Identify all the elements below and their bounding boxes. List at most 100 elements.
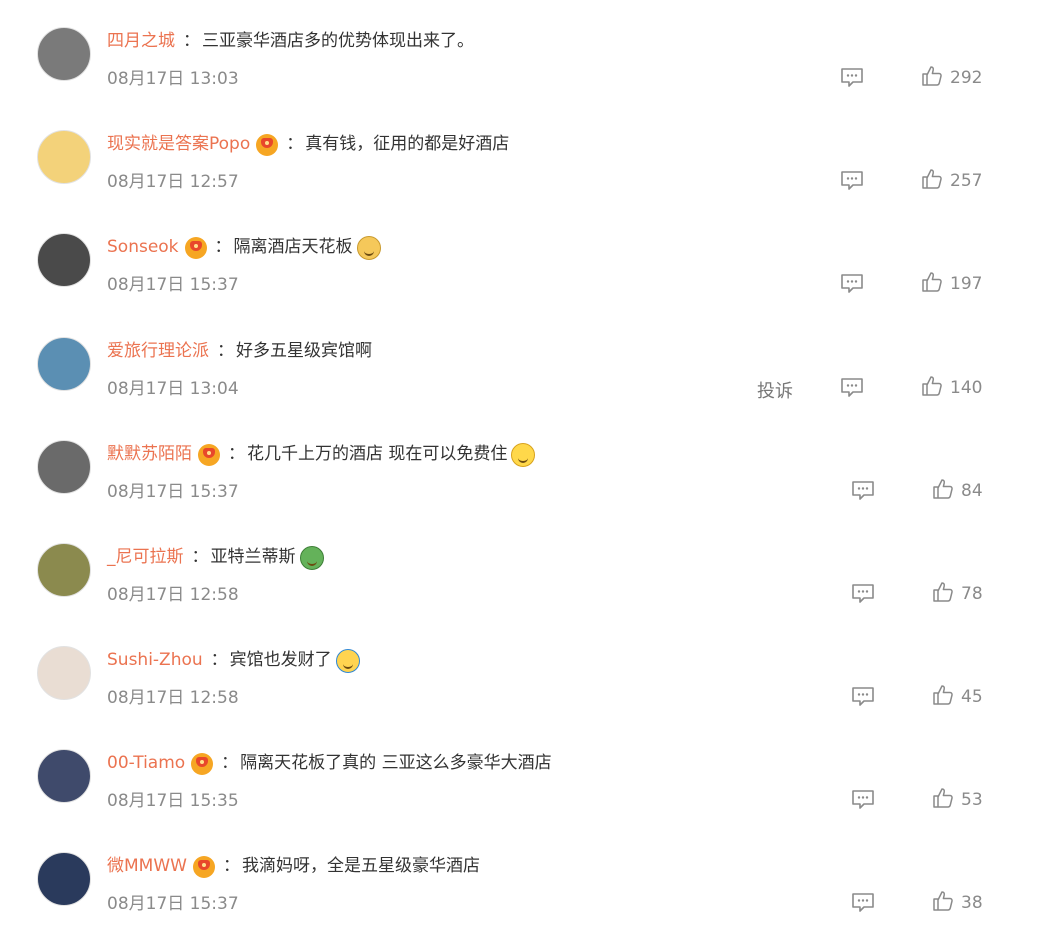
username-link[interactable]: 爱旅行理论派 <box>107 338 209 364</box>
comment-time: 08月17日 13:04 <box>107 379 239 399</box>
vip-badge-icon <box>191 753 214 775</box>
username-link[interactable]: 微MMWW <box>107 853 187 879</box>
username-link[interactable]: 现实就是答案Popo <box>107 131 250 157</box>
comment-body: 爱旅行理论派 ：好多五星级宾馆啊 <box>107 338 372 364</box>
vip-badge-icon <box>192 856 215 878</box>
like-count: 292 <box>950 68 983 88</box>
colon-separator: ： <box>214 237 232 257</box>
portrait-avatar[interactable] <box>37 646 91 700</box>
like-count: 38 <box>961 893 983 913</box>
reply-icon[interactable] <box>850 892 876 914</box>
comment-time: 08月17日 12:58 <box>107 585 239 605</box>
like-button[interactable]: 38 <box>931 890 983 916</box>
colon-separator: ： <box>221 753 239 773</box>
comment-item: 四月之城 ：三亚豪华酒店多的优势体现出来了。 08月17日 13:03 292 <box>0 0 1040 103</box>
reply-icon[interactable] <box>850 480 876 502</box>
username-link[interactable]: Sushi-Zhou <box>107 647 203 673</box>
reply-icon[interactable] <box>850 583 876 605</box>
colon-separator: ： <box>228 444 245 464</box>
doge-emoji-icon <box>356 236 381 260</box>
colon-separator: ： <box>191 547 209 567</box>
like-button[interactable]: 292 <box>920 65 982 91</box>
comment-time: 08月17日 12:58 <box>107 688 239 708</box>
comment-time: 08月17日 15:37 <box>107 275 239 295</box>
comment-item: Sushi-Zhou ：宾馆也发财了 08月17日 12:58 45 <box>0 619 1040 722</box>
green-emoji-icon <box>299 546 324 570</box>
like-count: 197 <box>950 274 983 294</box>
like-button[interactable]: 78 <box>931 581 983 607</box>
vip-badge-icon <box>184 237 207 259</box>
comment-body: 四月之城 ：三亚豪华酒店多的优势体现出来了。 <box>107 28 474 54</box>
comment-text: 隔离酒店天花板 <box>233 237 353 257</box>
report-link[interactable]: 投诉 <box>757 377 793 403</box>
comment-text: 真有钱，征用的都是好酒店 <box>305 134 510 154</box>
like-button[interactable]: 257 <box>920 168 982 194</box>
like-count: 140 <box>950 378 983 398</box>
thumbs-up-icon <box>920 374 944 402</box>
username-link[interactable]: 四月之城 <box>107 28 175 54</box>
like-button[interactable]: 53 <box>931 787 983 813</box>
vip-badge-icon <box>198 444 220 466</box>
comment-item: 默默苏陌陌 ：花几千上万的酒店 现在可以免费住 08月17日 15:37 84 <box>0 413 1040 516</box>
comment-item: 00-Tiamo ：隔离天花板了真的 三亚这么多豪华大酒店 08月17日 15:35… <box>0 722 1040 825</box>
person-photo-avatar[interactable] <box>37 852 91 906</box>
vip-badge-icon <box>256 134 279 156</box>
reply-icon[interactable] <box>839 273 865 295</box>
like-button[interactable]: 140 <box>920 375 982 401</box>
colon-separator: ： <box>210 650 228 670</box>
thumbs-up-icon <box>931 889 955 917</box>
comment-time: 08月17日 15:35 <box>107 791 239 811</box>
like-count: 84 <box>961 481 983 501</box>
comment-time: 08月17日 15:37 <box>107 894 239 914</box>
thumbs-up-icon <box>920 64 944 92</box>
comment-body: 微MMWW ：我滴妈呀，全是五星级豪华酒店 <box>107 853 480 879</box>
map-avatar[interactable] <box>37 543 91 597</box>
building-photo-avatar[interactable] <box>37 27 91 81</box>
like-count: 53 <box>961 790 983 810</box>
comment-text: 三亚豪华酒店多的优势体现出来了。 <box>202 31 474 51</box>
colon-separator: ： <box>183 31 200 51</box>
username-link[interactable]: 默默苏陌陌 <box>107 441 192 467</box>
username-link[interactable]: Sonseok <box>107 234 179 260</box>
comment-text: 隔离天花板了真的 三亚这么多豪华大酒店 <box>240 753 552 773</box>
like-button[interactable]: 197 <box>920 271 982 297</box>
comment-item: Sonseok ：隔离酒店天花板 08月17日 15:37 197 <box>0 206 1040 309</box>
thumbs-up-icon <box>931 786 955 814</box>
window-photo-avatar[interactable] <box>37 233 91 287</box>
colon-separator: ： <box>217 341 234 361</box>
like-count: 257 <box>950 171 983 191</box>
comment-item: _尼可拉斯 ：亚特兰蒂斯 08月17日 12:58 78 <box>0 516 1040 619</box>
thumbs-up-icon <box>931 580 955 608</box>
reply-icon[interactable] <box>850 789 876 811</box>
laugh-emoji-icon <box>511 443 536 467</box>
comment-body: 默默苏陌陌 ：花几千上万的酒店 现在可以免费住 <box>107 441 536 467</box>
like-button[interactable]: 45 <box>931 684 983 710</box>
username-link[interactable]: _尼可拉斯 <box>107 544 184 570</box>
like-count: 78 <box>961 584 983 604</box>
comment-text: 亚特兰蒂斯 <box>210 547 296 567</box>
thumbs-up-icon <box>931 477 955 505</box>
reply-icon[interactable] <box>839 170 865 192</box>
username-link[interactable]: 00-Tiamo <box>107 750 185 776</box>
comment-time: 08月17日 15:37 <box>107 482 239 502</box>
street-photo-avatar[interactable] <box>37 440 91 494</box>
comment-text: 好多五星级宾馆啊 <box>236 341 372 361</box>
comment-body: 00-Tiamo ：隔离天花板了真的 三亚这么多豪华大酒店 <box>107 750 552 776</box>
comment-text: 我滴妈呀，全是五星级豪华酒店 <box>241 856 480 876</box>
reply-icon[interactable] <box>850 686 876 708</box>
comment-item: 爱旅行理论派 ：好多五星级宾馆啊 08月17日 13:04 投诉 140 <box>0 310 1040 413</box>
reply-icon[interactable] <box>839 67 865 89</box>
comment-text: 花几千上万的酒店 现在可以免费住 <box>247 444 508 464</box>
comment-item: 现实就是答案Popo ：真有钱，征用的都是好酒店 08月17日 12:57 257 <box>0 103 1040 206</box>
comment-time: 08月17日 13:03 <box>107 69 239 89</box>
comment-body: Sushi-Zhou ：宾馆也发财了 <box>107 647 360 673</box>
comment-body: 现实就是答案Popo ：真有钱，征用的都是好酒店 <box>107 131 509 157</box>
sky-photo-avatar[interactable] <box>37 749 91 803</box>
reply-icon[interactable] <box>839 377 865 399</box>
colon-separator: ： <box>222 856 240 876</box>
cartoon-avatar[interactable] <box>37 130 91 184</box>
colon-separator: ： <box>286 134 304 154</box>
cry-emoji-icon <box>335 649 360 673</box>
like-button[interactable]: 84 <box>931 478 983 504</box>
landscape-avatar[interactable] <box>37 337 91 391</box>
